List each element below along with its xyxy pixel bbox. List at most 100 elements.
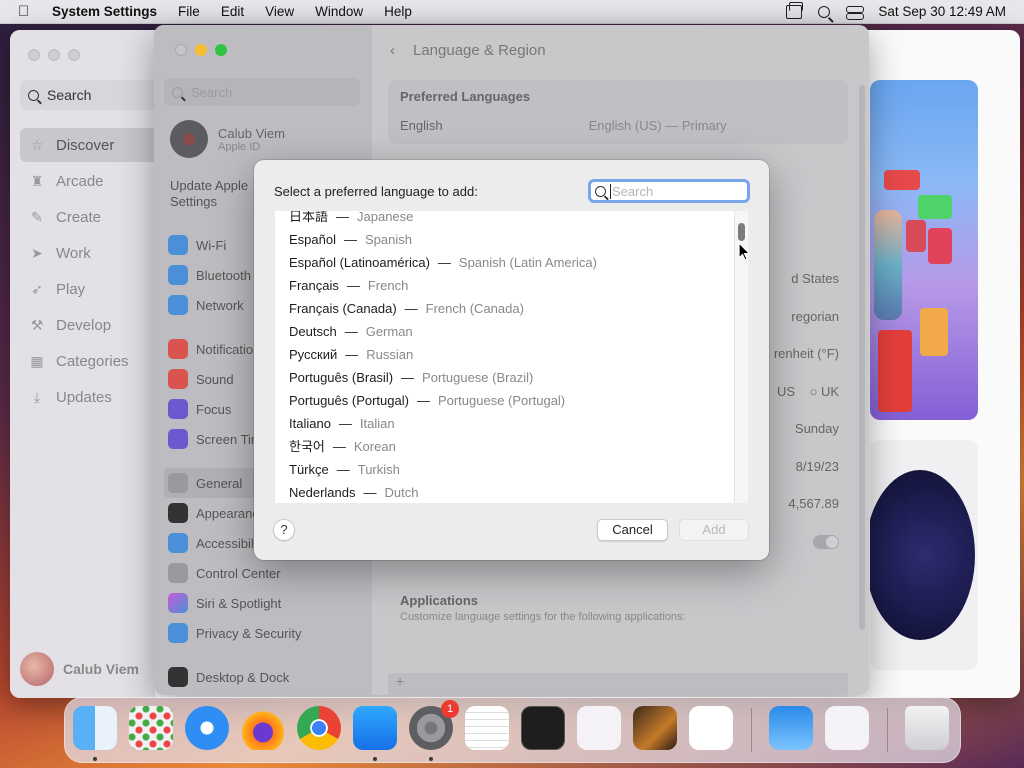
dock-safari-icon[interactable] <box>185 706 229 750</box>
featured-card-image-2[interactable] <box>870 440 978 670</box>
dock-system-settings-icon[interactable]: 1 <box>409 700 459 750</box>
calendar-popup[interactable]: regorian <box>774 298 839 336</box>
sidebar-item-label: Control Center <box>196 565 281 581</box>
nav-play[interactable]: ➶ Play <box>20 272 170 306</box>
settings-scrollbar[interactable] <box>859 85 865 630</box>
dock-visual-studio-icon-2[interactable] <box>825 706 869 750</box>
radio-uk[interactable]: UK <box>821 384 839 399</box>
moon-icon <box>168 399 188 419</box>
app-store-account[interactable]: Calub Viem <box>20 652 139 686</box>
menu-edit[interactable]: Edit <box>221 4 244 19</box>
back-chevron-icon[interactable]: ‹ <box>390 42 395 59</box>
dock-visual-studio-icon[interactable] <box>577 706 621 750</box>
app-store-search[interactable]: Search <box>20 80 170 110</box>
minimize-icon[interactable] <box>48 49 60 61</box>
nav-work[interactable]: ➤ Work <box>20 236 170 270</box>
minimize-icon[interactable] <box>195 44 207 56</box>
language-native-name: Français (Canada) <box>289 301 397 316</box>
language-separator: — <box>401 370 415 385</box>
nav-arcade[interactable]: ♜ Arcade <box>20 164 170 198</box>
language-list-item[interactable]: Türkçe — Turkish <box>275 458 735 481</box>
sidebar-item-siri-spotlight[interactable]: Siri & Spotlight <box>168 588 358 618</box>
language-list-item[interactable]: Nederlands — Dutch <box>275 481 735 503</box>
live-text-toggle[interactable] <box>813 535 839 549</box>
language-english-name: Japanese <box>357 211 414 224</box>
close-icon[interactable] <box>28 49 40 61</box>
settings-search[interactable]: Search <box>164 78 360 106</box>
language-search-input[interactable] <box>610 183 735 199</box>
dock-garageband-icon[interactable] <box>633 706 677 750</box>
language-list-item[interactable]: 한국어 — Korean <box>275 435 735 458</box>
language-list-rows: 日本語 — Japanese Español — Spanish Español (Lati… <box>275 211 735 503</box>
nav-discover[interactable]: ☆ Discover <box>20 128 170 162</box>
decorative-tile <box>928 228 952 264</box>
number-format-popup[interactable]: 4,567.89 <box>774 485 839 523</box>
language-english-name: German <box>365 324 413 339</box>
dock-trash-icon[interactable] <box>905 706 949 750</box>
applications-title: Applications <box>400 593 479 608</box>
zoom-icon[interactable] <box>215 44 227 56</box>
nav-categories[interactable]: ▦ Categories <box>20 344 170 378</box>
zoom-icon[interactable] <box>68 49 80 61</box>
language-search-field[interactable] <box>588 179 750 203</box>
dock-finder-icon[interactable] <box>73 706 117 750</box>
add-button[interactable]: Add <box>679 519 749 541</box>
update-apple-settings[interactable]: Update Apple Settings <box>170 178 260 210</box>
dock-terminal-icon[interactable] <box>521 706 565 750</box>
add-app-button[interactable]: + <box>388 673 848 695</box>
spotlight-icon[interactable] <box>818 5 831 18</box>
dock-firefox-icon[interactable] <box>241 706 285 750</box>
sidebar-item-desktop-dock[interactable]: Desktop & Dock <box>168 662 358 692</box>
language-list-item[interactable]: 日本語 — Japanese <box>275 211 735 228</box>
sidebar-item-privacy-security[interactable]: Privacy & Security <box>168 618 358 648</box>
stage-manager-icon[interactable] <box>786 1 804 19</box>
first-day-popup[interactable]: Sunday <box>774 410 839 448</box>
dock-weather-icon[interactable] <box>769 706 813 750</box>
nav-develop[interactable]: ⚒ Develop <box>20 308 170 342</box>
language-list-item[interactable]: Deutsch — German <box>275 320 735 343</box>
cancel-button[interactable]: Cancel <box>597 519 668 541</box>
language-list-item[interactable]: Русский — Russian <box>275 343 735 366</box>
measurement-radios[interactable]: US ○ UK <box>774 373 839 411</box>
dock-vscode-icon[interactable] <box>689 706 733 750</box>
apple-id-row[interactable]: Calub Viem Apple ID <box>170 120 285 158</box>
control-center-icon[interactable] <box>846 5 865 20</box>
language-list-item[interactable]: Français (Canada) — French (Canada) <box>275 297 735 320</box>
language-list-item[interactable]: Português (Portugal) — Portuguese (Portuga… <box>275 389 735 412</box>
sidebar-item-control-center[interactable]: Control Center <box>168 558 358 588</box>
language-list[interactable]: 日本語 — Japanese Español — Spanish Español (Lati… <box>275 211 748 503</box>
preferred-languages-title: Preferred Languages <box>400 89 531 104</box>
settings-traffic-lights <box>175 44 227 56</box>
nav-label: Work <box>56 244 91 262</box>
temperature-popup[interactable]: renheit (°F) <box>774 335 839 373</box>
language-list-item[interactable]: Español — Spanish <box>275 228 735 251</box>
language-list-item[interactable]: Español (Latinoamérica) — Spanish (Latin A… <box>275 251 735 274</box>
region-popup[interactable]: d States <box>774 260 839 298</box>
featured-card-image[interactable] <box>870 80 978 420</box>
apple-menu-icon[interactable]:  <box>18 3 36 20</box>
nav-create[interactable]: ✎ Create <box>20 200 170 234</box>
menu-window[interactable]: Window <box>315 4 363 19</box>
help-button[interactable]: ? <box>273 519 295 541</box>
menu-view[interactable]: View <box>265 4 294 19</box>
close-icon[interactable] <box>175 44 187 56</box>
menu-help[interactable]: Help <box>384 4 412 19</box>
language-list-item[interactable]: Italiano — Italian <box>275 412 735 435</box>
dock-app-store-icon[interactable] <box>353 706 397 750</box>
menu-clock[interactable]: Sat Sep 30 12:49 AM <box>878 4 1006 19</box>
radio-us[interactable]: US <box>777 384 795 399</box>
joystick-icon: ♜ <box>30 172 44 189</box>
language-row[interactable]: English English (US) — Primary <box>388 104 848 144</box>
language-native-name: Español (Latinoamérica) <box>289 255 430 270</box>
date-format-popup[interactable]: 8/19/23 <box>774 448 839 486</box>
dock-launchpad-icon[interactable] <box>129 706 173 750</box>
nav-updates[interactable]: ⤓ Updates <box>20 380 170 414</box>
menu-file[interactable]: File <box>178 4 200 19</box>
dock-textedit-icon[interactable] <box>465 706 509 750</box>
menu-app-name[interactable]: System Settings <box>52 4 157 19</box>
sheet-prompt: Select a preferred language to add: <box>274 184 478 199</box>
language-list-item[interactable]: Português (Brasil) — Portuguese (Brazil) <box>275 366 735 389</box>
language-list-item[interactable]: Français — French <box>275 274 735 297</box>
scrollbar-thumb[interactable] <box>738 223 745 241</box>
dock-chrome-icon[interactable] <box>297 706 341 750</box>
